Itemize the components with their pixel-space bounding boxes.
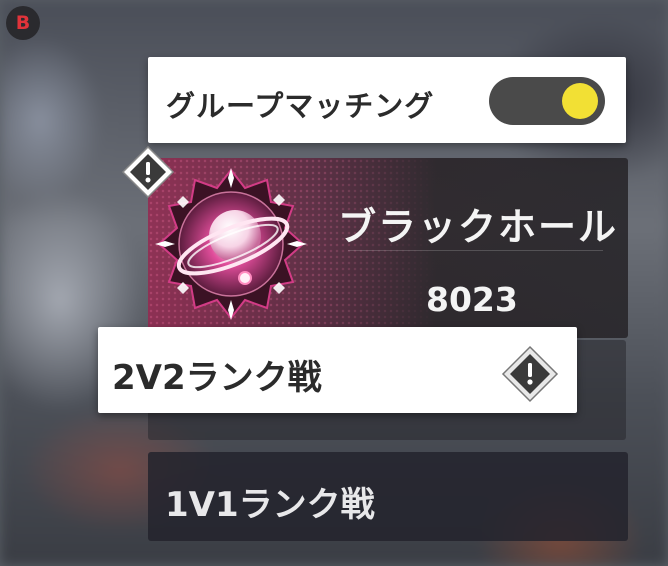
group-matching-panel: グループマッチング (148, 57, 626, 143)
back-button-label: B (15, 12, 31, 34)
rank-name: ブラックホール (338, 205, 619, 249)
rank-divider (348, 250, 603, 251)
mode-2v2-label: 2V2ランク戦 (112, 358, 322, 398)
group-matching-label: グループマッチング (166, 89, 435, 123)
warning-diamond-icon[interactable] (120, 144, 176, 200)
back-button-b[interactable]: B (6, 6, 40, 40)
rank-score: 8023 (426, 280, 518, 319)
warning-diamond-icon[interactable] (500, 344, 560, 404)
mode-1v1-label: 1V1ランク戦 (165, 485, 375, 525)
black-hole-emblem-icon (155, 168, 307, 320)
group-matching-toggle[interactable] (489, 77, 605, 125)
toggle-knob (562, 83, 598, 119)
mode-1v1-rank-battle[interactable]: 1V1ランク戦 (148, 452, 628, 541)
